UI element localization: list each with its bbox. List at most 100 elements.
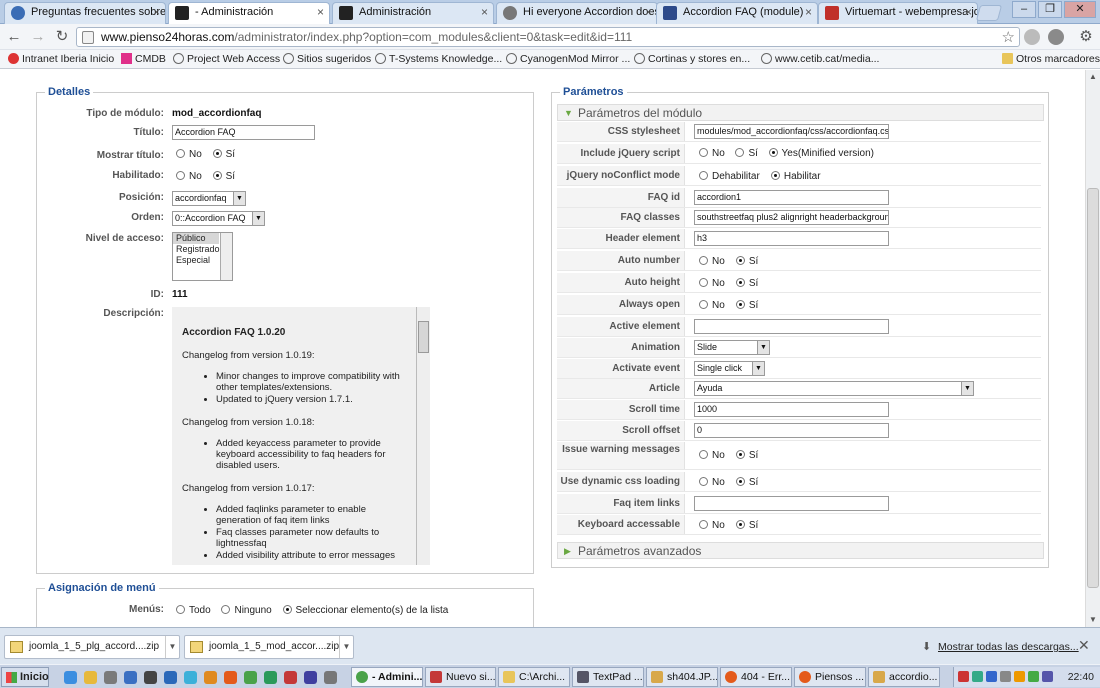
module-params-header[interactable]: ▼ Parámetros del módulo [557, 104, 1044, 121]
start-button[interactable]: Inicio [1, 667, 49, 687]
taskbar-item[interactable]: accordio... [868, 667, 940, 687]
taskbar-item[interactable]: sh404.JP... [646, 667, 718, 687]
tray-icon[interactable] [986, 671, 997, 682]
tray-icon[interactable] [958, 671, 969, 682]
browser-tab[interactable]: Accordion FAQ (module) × [656, 2, 818, 24]
always-open-no[interactable]: No [699, 300, 725, 311]
tray-icon[interactable] [972, 671, 983, 682]
order-select[interactable]: 0::Accordion FAQ ▼ [172, 211, 265, 226]
extension-icon[interactable] [1024, 29, 1040, 45]
auto-number-yes[interactable]: Sí [735, 256, 758, 267]
download-item[interactable]: joomla_1_5_plg_accord....zip ▼ [4, 635, 180, 659]
download-item[interactable]: joomla_1_5_mod_accor....zip ▼ [184, 635, 354, 659]
taskbar-item[interactable]: 404 - Err... [720, 667, 792, 687]
faq-item-links-input[interactable] [694, 496, 889, 511]
quicklaunch-icon[interactable] [184, 671, 197, 684]
browser-tab[interactable]: Preguntas frecuentes sobre ¡ × [4, 2, 166, 24]
quicklaunch-icon[interactable] [84, 671, 97, 684]
access-level-listbox[interactable]: Público Registrado Especial [172, 232, 233, 281]
include-jquery-yes[interactable]: Sí [735, 148, 758, 159]
new-tab-button[interactable] [975, 5, 1003, 21]
show-title-yes[interactable]: Sí [212, 149, 235, 160]
quicklaunch-icon[interactable] [144, 671, 157, 684]
list-option[interactable]: Público [173, 233, 219, 244]
show-title-no[interactable]: No [176, 149, 202, 160]
close-tab-icon[interactable]: × [805, 5, 812, 19]
tray-icon[interactable] [1014, 671, 1025, 682]
bookmark-item[interactable]: T-Systems Knowledge... [375, 53, 502, 65]
close-tab-icon[interactable]: × [481, 5, 488, 19]
auto-height-no[interactable]: No [699, 278, 725, 289]
quicklaunch-icon[interactable] [224, 671, 237, 684]
taskbar-item[interactable]: Piensos ... [794, 667, 866, 687]
bookmark-item[interactable]: Intranet Iberia Inicio [8, 53, 114, 65]
wrench-menu-icon[interactable]: ⚙ [1076, 28, 1096, 46]
dynamic-css-yes[interactable]: Sí [735, 477, 758, 488]
close-downloads-icon[interactable]: ✕ [1078, 637, 1090, 654]
taskbar-item[interactable]: - Admini... [351, 667, 423, 687]
description-scrollbar[interactable] [416, 307, 430, 565]
close-tab-icon[interactable]: × [645, 5, 652, 19]
bookmark-item[interactable]: CyanogenMod Mirror ... [506, 53, 630, 65]
bookmark-item[interactable]: Project Web Access [173, 53, 280, 65]
bookmark-item[interactable]: Cortinas y stores en... [634, 53, 750, 65]
title-input[interactable]: Accordion FAQ [172, 125, 315, 140]
issue-warning-no[interactable]: No [699, 450, 725, 461]
list-option[interactable]: Registrado [173, 244, 220, 255]
quicklaunch-icon[interactable] [104, 671, 117, 684]
quicklaunch-icon[interactable] [304, 671, 317, 684]
taskbar-item[interactable]: C:\Archi... [498, 667, 570, 687]
include-jquery-no[interactable]: No [699, 148, 725, 159]
enabled-no[interactable]: No [176, 171, 202, 182]
noconflict-enable[interactable]: Habilitar [770, 171, 821, 182]
dropdown-arrow-icon[interactable]: ▼ [165, 636, 179, 658]
back-button[interactable]: ← [4, 28, 24, 46]
page-scrollbar[interactable]: ▲ ▼ [1085, 70, 1100, 627]
noconflict-disable[interactable]: Dehabilitar [699, 171, 760, 182]
quicklaunch-icon[interactable] [324, 671, 337, 684]
browser-tab-active[interactable]: - Administración × [168, 2, 330, 25]
quicklaunch-icon[interactable] [244, 671, 257, 684]
minimize-button[interactable]: – [1012, 1, 1036, 18]
forward-button[interactable]: → [28, 28, 48, 46]
browser-tab[interactable]: Hi everyone Accordion does i × [496, 2, 658, 24]
scrollbar-thumb[interactable] [1087, 188, 1099, 588]
include-jquery-minified[interactable]: Yes(Minified version) [768, 148, 874, 159]
scroll-time-input[interactable]: 1000 [694, 402, 889, 417]
maximize-button[interactable]: ❐ [1038, 1, 1062, 18]
close-tab-icon[interactable]: × [153, 5, 160, 19]
css-stylesheet-input[interactable]: modules/mod_accordionfaq/css/accordionfa… [694, 124, 889, 139]
quicklaunch-icon[interactable] [284, 671, 297, 684]
browser-tab[interactable]: Administración × [332, 2, 494, 24]
quicklaunch-icon[interactable] [124, 671, 137, 684]
tray-icon[interactable] [1028, 671, 1039, 682]
faq-classes-input[interactable]: southstreetfaq plus2 alignright headerba… [694, 210, 889, 225]
header-element-input[interactable]: h3 [694, 231, 889, 246]
keyboard-no[interactable]: No [699, 520, 725, 531]
menus-all[interactable]: Todo [176, 605, 211, 616]
listbox-scrollbar[interactable] [220, 233, 232, 280]
auto-number-no[interactable]: No [699, 256, 725, 267]
always-open-yes[interactable]: Sí [735, 300, 758, 311]
activate-event-select[interactable]: Single click ▼ [694, 361, 765, 376]
faq-id-input[interactable]: accordion1 [694, 190, 889, 205]
menus-select[interactable]: Seleccionar elemento(s) de la lista [282, 605, 448, 616]
other-bookmarks[interactable]: Otros marcadores [1002, 53, 1100, 65]
article-select[interactable]: Ayuda ▼ [694, 381, 974, 396]
issue-warning-yes[interactable]: Sí [735, 450, 758, 461]
browser-tab[interactable]: Virtuemart - webempresa joo × [818, 2, 978, 24]
tray-icon[interactable] [1042, 671, 1053, 682]
close-tab-icon[interactable]: × [317, 5, 324, 19]
reload-button[interactable]: ↻ [52, 28, 72, 46]
taskbar-item[interactable]: Nuevo si... [425, 667, 496, 687]
keyboard-yes[interactable]: Sí [735, 520, 758, 531]
quicklaunch-icon[interactable] [164, 671, 177, 684]
list-option[interactable]: Especial [173, 255, 219, 266]
advanced-params-header[interactable]: ▶ Parámetros avanzados [557, 542, 1044, 559]
scrollbar-thumb[interactable] [418, 321, 429, 353]
scroll-down-arrow-icon[interactable]: ▼ [1089, 615, 1097, 624]
scroll-up-arrow-icon[interactable]: ▲ [1089, 72, 1097, 81]
active-element-input[interactable] [694, 319, 889, 334]
menus-none[interactable]: Ninguno [221, 605, 272, 616]
bookmark-star-icon[interactable]: ☆ [1002, 28, 1015, 46]
